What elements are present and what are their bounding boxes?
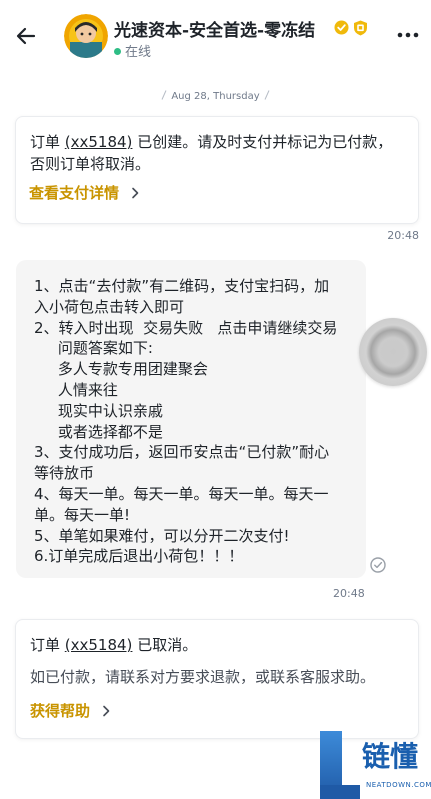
view-payment-details-link[interactable]: 查看支付详情 <box>29 182 140 203</box>
watermark-logo: 链懂 NEATDOWN.COM <box>318 729 431 799</box>
chat-header: 光速资本-安全首选-零冻结 在线 <box>0 0 431 76</box>
order-id-link[interactable]: (xx5184) <box>65 636 133 654</box>
watermark-text: 链懂 <box>362 740 419 773</box>
date-label: Aug 28, Thursday <box>171 91 260 102</box>
order-cancelled-title: 订单 (xx5184) 已取消。 <box>30 634 197 656</box>
avatar[interactable] <box>64 14 108 58</box>
order-cancelled-card: 订单 (xx5184) 已取消。 如已付款，请联系对方要求退款，或联系客服求助。… <box>15 619 419 739</box>
view-payment-details-label: 查看支付详情 <box>29 184 120 202</box>
get-help-link[interactable]: 获得帮助 <box>30 700 111 721</box>
order-cancelled-desc: 如已付款，请联系对方要求退款，或联系客服求助。 <box>30 668 376 686</box>
verified-badge-icon <box>334 20 349 35</box>
order-cancelled-suffix: 已取消。 <box>132 636 198 654</box>
order-prefix: 订单 <box>30 636 65 654</box>
read-receipt-icon <box>370 557 386 573</box>
floating-assistive-button[interactable] <box>359 318 427 386</box>
get-help-label: 获得帮助 <box>30 702 91 720</box>
watermark-bar <box>320 785 360 799</box>
more-options-icon[interactable] <box>396 28 420 42</box>
order-created-text: 订单 (xx5184) 已创建。请及时支付并标记为已付款，否则订单将取消。 <box>30 131 406 175</box>
status-label: 在线 <box>125 45 152 60</box>
chevron-right-icon <box>103 705 110 717</box>
online-status: 在线 <box>114 41 151 60</box>
order-prefix: 订单 <box>30 133 65 151</box>
date-divider: Aug 28, Thursday <box>0 90 431 102</box>
slash-left-icon <box>161 90 167 100</box>
watermark-subtext: NEATDOWN.COM <box>366 781 431 789</box>
chevron-right-icon <box>132 187 139 199</box>
online-dot-icon <box>114 48 121 55</box>
message-time: 20:48 <box>387 229 419 242</box>
seller-instructions-text: 1、点击“去付款”有二维码，支付宝扫码，加 入小荷包点击转入即可 2、转入时出现… <box>34 277 338 566</box>
order-created-card: 订单 (xx5184) 已创建。请及时支付并标记为已付款，否则订单将取消。 <box>15 116 419 224</box>
contact-name: 光速资本-安全首选-零冻结 <box>114 21 316 41</box>
message-time: 20:48 <box>333 587 365 600</box>
slash-right-icon <box>264 90 270 100</box>
shield-badge-icon <box>354 20 367 36</box>
order-id-link[interactable]: (xx5184) <box>65 133 133 151</box>
back-arrow-icon[interactable] <box>12 22 40 50</box>
